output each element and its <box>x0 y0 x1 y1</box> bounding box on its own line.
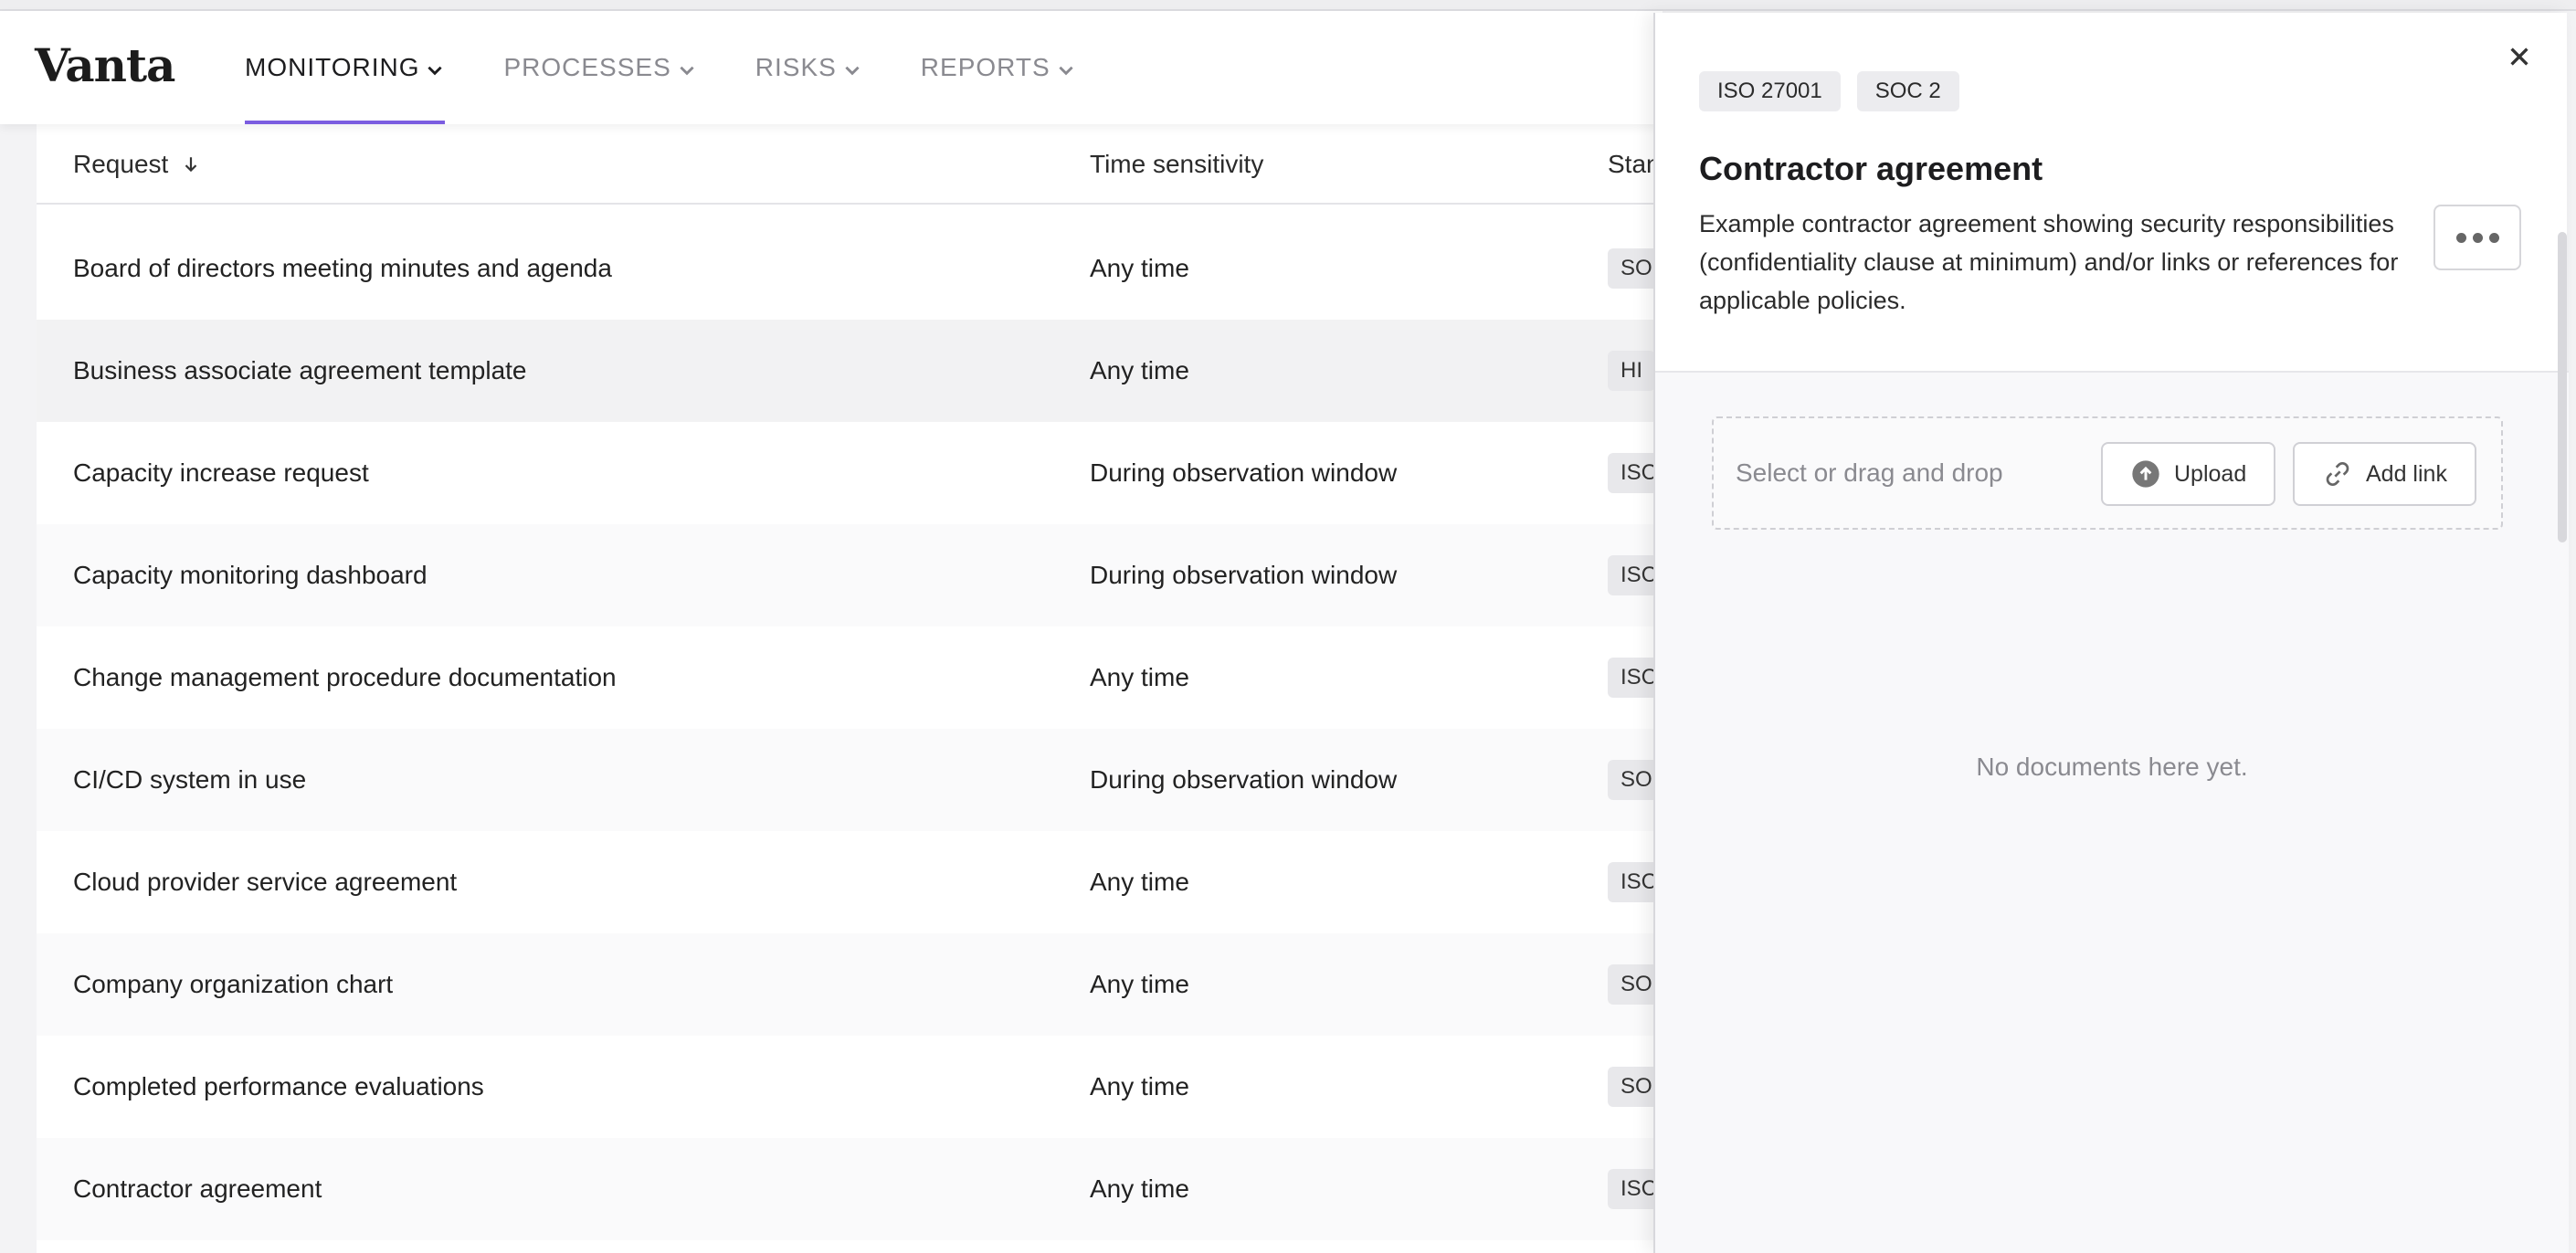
column-header-request[interactable]: Request <box>73 124 201 205</box>
time-sensitivity: During observation window <box>1090 561 1398 589</box>
upload-button-label: Upload <box>2174 460 2247 487</box>
window-top-edge <box>0 0 2576 11</box>
nav-processes[interactable]: PROCESSES <box>503 11 696 124</box>
arrow-down-icon <box>185 157 197 173</box>
drawer-title: Contractor agreement <box>1699 150 2043 187</box>
documents-area: Select or drag and drop Upload Add link … <box>1655 373 2569 1253</box>
link-icon <box>2322 458 2353 490</box>
table-row[interactable]: Company organization chart Any time SO <box>37 933 1665 1036</box>
more-options-button[interactable] <box>2433 205 2521 270</box>
time-sensitivity: Any time <box>1090 663 1189 691</box>
add-link-button[interactable]: Add link <box>2293 442 2476 506</box>
time-sensitivity: Any time <box>1090 356 1189 384</box>
top-header: Vanta MONITORING PROCESSES RISKS REPORTS <box>0 11 1663 124</box>
file-dropzone[interactable]: Select or drag and drop Upload Add link <box>1712 416 2503 530</box>
column-header-request-label: Request <box>73 150 169 178</box>
nav-monitoring-label: MONITORING <box>245 53 420 81</box>
chevron-down-icon <box>1056 58 1076 78</box>
tag-iso-27001: ISO 27001 <box>1699 71 1841 111</box>
table-row[interactable]: Business associate agreement template An… <box>37 320 1663 422</box>
requests-table: Request Time sensitivity Stan Board of d… <box>37 124 1671 1253</box>
ellipsis-icon <box>2472 232 2483 243</box>
time-sensitivity: Any time <box>1090 1072 1189 1100</box>
standard-badge: HI <box>1608 351 1655 391</box>
table-row[interactable]: Capacity monitoring dashboard During obs… <box>37 524 1671 626</box>
add-link-button-label: Add link <box>2366 460 2447 487</box>
chevron-down-icon <box>677 58 697 78</box>
table-row[interactable]: CI/CD system in use During observation w… <box>37 729 1665 831</box>
column-header-standards[interactable]: Stan <box>1608 124 1661 205</box>
table-row[interactable]: Capacity increase request During observa… <box>37 422 1671 524</box>
table-row[interactable]: Change management procedure documentatio… <box>37 626 1671 729</box>
standard-cell: HI <box>1608 320 1655 422</box>
time-sensitivity: Any time <box>1090 1174 1189 1203</box>
dropzone-text: Select or drag and drop <box>1736 458 2003 487</box>
time-sensitivity: Any time <box>1090 868 1189 896</box>
table-row[interactable]: Cloud provider service agreement Any tim… <box>37 831 1671 933</box>
table-row[interactable]: Contractor agreement Any time ISC <box>37 1138 1671 1240</box>
request-name: Board of directors meeting minutes and a… <box>73 254 612 282</box>
request-name: Contractor agreement <box>73 1174 322 1203</box>
table-row[interactable]: Board of directors meeting minutes and a… <box>37 217 1665 320</box>
drawer-scrollbar[interactable] <box>2558 232 2567 542</box>
request-name: Capacity monitoring dashboard <box>73 561 428 589</box>
standard-tags: ISO 27001 SOC 2 <box>1699 71 1959 111</box>
request-detail-drawer: ISO 27001 SOC 2 Contractor agreement Exa… <box>1653 13 2569 1253</box>
main-nav: MONITORING PROCESSES RISKS REPORTS <box>245 11 1135 124</box>
request-name: CI/CD system in use <box>73 765 307 794</box>
upload-button[interactable]: Upload <box>2101 442 2276 506</box>
drawer-description: Example contractor agreement showing sec… <box>1699 210 2399 314</box>
nav-reports[interactable]: REPORTS <box>921 11 1076 124</box>
vanta-logo[interactable]: Vanta <box>35 38 175 92</box>
request-name: Completed performance evaluations <box>73 1072 484 1100</box>
empty-state-text: No documents here yet. <box>1976 753 2248 781</box>
time-sensitivity: During observation window <box>1090 458 1398 487</box>
table-header: Request Time sensitivity Stan <box>37 124 1663 205</box>
time-sensitivity: Any time <box>1090 254 1189 282</box>
nav-processes-label: PROCESSES <box>503 53 671 81</box>
table-row[interactable]: Completed performance evaluations Any ti… <box>37 1036 1665 1138</box>
request-name: Business associate agreement template <box>73 356 527 384</box>
time-sensitivity: During observation window <box>1090 765 1398 794</box>
request-name: Capacity increase request <box>73 458 369 487</box>
close-drawer-button[interactable] <box>2501 38 2538 75</box>
request-name: Company organization chart <box>73 970 394 998</box>
close-icon <box>2510 47 2528 66</box>
nav-monitoring[interactable]: MONITORING <box>245 11 446 124</box>
upload-icon <box>2130 458 2161 490</box>
request-name: Change management procedure documentatio… <box>73 663 617 691</box>
tag-soc-2: SOC 2 <box>1856 71 1959 111</box>
chevron-down-icon <box>425 58 445 78</box>
nav-risks-label: RISKS <box>755 53 837 81</box>
ellipsis-icon <box>2488 232 2499 243</box>
chevron-down-icon <box>842 58 862 78</box>
time-sensitivity: Any time <box>1090 970 1189 998</box>
request-name: Cloud provider service agreement <box>73 868 458 896</box>
ellipsis-icon <box>2455 232 2466 243</box>
nav-risks[interactable]: RISKS <box>755 11 862 124</box>
column-header-time-sensitivity[interactable]: Time sensitivity <box>1090 124 1263 205</box>
nav-reports-label: REPORTS <box>920 53 1050 81</box>
table-body: Board of directors meeting minutes and a… <box>37 217 1671 1240</box>
